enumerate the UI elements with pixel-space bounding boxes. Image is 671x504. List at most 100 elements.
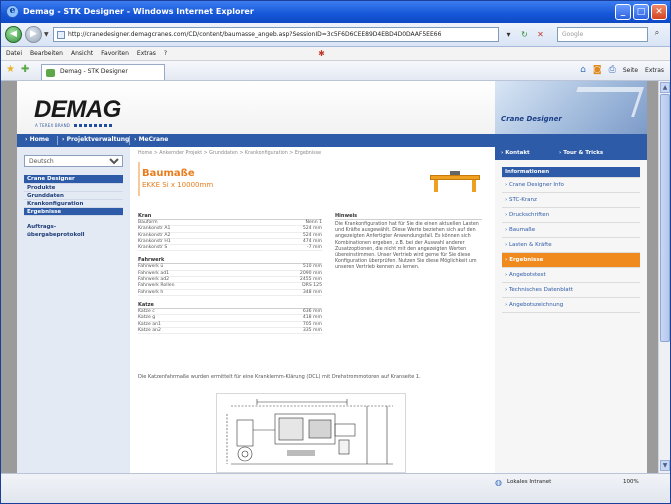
home-icon[interactable]: ⌂: [580, 65, 586, 75]
spec-group-kran: Kran Bauform Nenn 1 Krankonstr A1 524 mm K…: [138, 213, 322, 252]
security-zone[interactable]: Lokales Intranet: [507, 479, 551, 485]
scroll-down-icon[interactable]: ▼: [660, 460, 670, 471]
menu-extras[interactable]: Extras: [135, 47, 162, 60]
favorites-bar: ★ ✚ Demag - STK Designer ⌂ ◙ ⎙ Seite Ext…: [1, 61, 670, 81]
menu-favoriten[interactable]: Favoriten: [99, 47, 135, 60]
right-item-lasten-kraefte[interactable]: › Lasten & Kräfte: [502, 238, 640, 253]
print-icon[interactable]: ⎙: [609, 65, 616, 75]
toolbar-addon-icon[interactable]: ✱: [318, 47, 325, 60]
url-text: http://cranedesigner.demagcranes.com/CD/…: [68, 31, 442, 38]
specs-table: Kran Bauform Nenn 1 Krankonstr A1 524 mm K…: [138, 213, 322, 340]
window-title: Demag - STK Designer - Windows Internet …: [23, 7, 254, 16]
notes-heading: Hinweis: [335, 213, 482, 220]
extras-menu[interactable]: Extras: [645, 67, 664, 74]
sidebar-item-grunddaten[interactable]: Grunddaten: [24, 192, 123, 200]
tab-demag-stk[interactable]: Demag - STK Designer: [41, 64, 165, 80]
page-icon: [57, 31, 65, 39]
heading-accent: [138, 162, 140, 196]
right-item-stc-kranz[interactable]: › STC-Kranz: [502, 193, 640, 208]
demag-page: DEMAG A TEREX BRAND Crane Designer › Hom…: [17, 81, 647, 473]
main-content: Home > Ankernder Projekt > Grunddaten > …: [138, 147, 487, 473]
menu-bearbeiten[interactable]: Bearbeiten: [28, 47, 69, 60]
tab-label: Demag - STK Designer: [60, 68, 128, 75]
add-favorite-icon[interactable]: ✚: [21, 64, 29, 75]
vertical-scrollbar[interactable]: ▲ ▼: [658, 81, 670, 473]
banner-title: Crane Designer: [501, 115, 562, 123]
nav-tour-tricks[interactable]: › Tour & Tricks: [559, 150, 603, 156]
crane-designer-banner: Crane Designer: [495, 81, 647, 134]
dimension-drawing: [226, 399, 393, 465]
nav-mecrane[interactable]: › MeCrane: [134, 136, 168, 143]
logo-dots: [74, 124, 114, 127]
spec-row: Krankonstr S -7 mm: [138, 245, 322, 252]
spec-head: Katze: [138, 302, 322, 309]
address-dropdown-icon[interactable]: ▾: [502, 28, 515, 41]
site-header: DEMAG A TEREX BRAND Crane Designer: [17, 81, 647, 134]
ie-icon: e: [6, 5, 19, 18]
right-item-ergebnisse[interactable]: › Ergebnisse: [502, 253, 640, 268]
sidebar-item-produkte[interactable]: Produkte: [24, 184, 123, 192]
forward-button[interactable]: ▶: [25, 26, 42, 43]
title-bar: e Demag - STK Designer - Windows Interne…: [1, 1, 670, 23]
right-item-druckschriften[interactable]: › Druckschriften: [502, 208, 640, 223]
menu-bar: Datei Bearbeiten Ansicht Favoriten Extra…: [1, 47, 670, 61]
address-input[interactable]: http://cranedesigner.demagcranes.com/CD/…: [53, 27, 499, 42]
search-icon[interactable]: ⌕: [650, 28, 664, 41]
tab-favicon-icon: [46, 69, 55, 77]
main-nav: › Home › Projektverwaltung › MeCrane: [17, 134, 647, 147]
right-item-angebotstext[interactable]: › Angebotstext: [502, 268, 640, 283]
nav-separator: [129, 136, 130, 145]
right-item-datenblatt[interactable]: › Technisches Datenblatt: [502, 283, 640, 298]
breadcrumb[interactable]: Home > Ankernder Projekt > Grunddaten > …: [138, 151, 321, 156]
feeds-icon[interactable]: ◙: [593, 65, 602, 75]
crane-illustration: [568, 87, 644, 117]
page-subtitle: EKKE Si x 10000mm: [142, 181, 214, 189]
spec-row: Fahrwerk h 348 mm: [138, 289, 322, 296]
nav-separator: [57, 136, 58, 145]
sidebar-item-auftrags[interactable]: Auftrags-: [24, 223, 123, 231]
minimize-button[interactable]: _: [615, 4, 631, 20]
language-select[interactable]: Deutsch: [24, 155, 123, 167]
right-item-baumasse[interactable]: › Baumaße: [502, 223, 640, 238]
sidebar-item-crane-designer[interactable]: Crane Designer: [24, 175, 123, 184]
spec-group-fahrwerk: Fahrwerk Fahrwerk ü 510 mm Fahrwerk ad1 20…: [138, 257, 322, 296]
favorites-star-icon[interactable]: ★: [6, 64, 15, 75]
menu-ansicht[interactable]: Ansicht: [69, 47, 99, 60]
zoom-level[interactable]: 100%: [623, 479, 639, 485]
refresh-icon[interactable]: ↻: [518, 28, 531, 41]
nav-home[interactable]: › Home: [25, 136, 49, 143]
footnote: Die Katzenfahrmaße wurden ermittelt für …: [138, 374, 421, 380]
logo-subtitle: A TEREX BRAND: [35, 123, 71, 128]
page-menu[interactable]: Seite: [623, 67, 638, 74]
scroll-thumb[interactable]: [660, 94, 670, 342]
notes-panel: Hinweis Die Krankonfiguration hat für Si…: [335, 213, 482, 272]
right-sidebar: › Kontakt › Tour & Tricks Informationen …: [495, 147, 647, 473]
search-input[interactable]: Google: [557, 27, 648, 42]
sidebar-item-krankonfiguration[interactable]: Krankonfiguration: [24, 200, 123, 208]
nav-projektverwaltung[interactable]: › Projektverwaltung: [62, 136, 129, 143]
menu-help[interactable]: ?: [162, 47, 173, 60]
technical-drawing: [216, 393, 406, 473]
notes-text: Die Krankonfiguration hat für Sie die ei…: [335, 222, 479, 271]
menu-datei[interactable]: Datei: [4, 47, 28, 60]
left-sidebar: Deutsch Crane Designer Produkte Grunddat…: [17, 147, 130, 473]
back-button[interactable]: ◀: [5, 26, 22, 43]
nav-kontakt[interactable]: › Kontakt: [501, 150, 530, 156]
spec-head: Fahrwerk: [138, 257, 322, 265]
maximize-button[interactable]: □: [633, 4, 649, 20]
right-top-nav: › Kontakt › Tour & Tricks: [495, 147, 647, 160]
sidebar-item-ergebnisse[interactable]: Ergebnisse: [24, 208, 123, 216]
right-item-angebotszeichnung[interactable]: › Angebotszeichnung: [502, 298, 640, 313]
demag-logo[interactable]: DEMAG: [34, 96, 121, 124]
right-item-crane-designer-info[interactable]: › Crane Designer Info: [502, 178, 640, 193]
left-menu: Crane Designer Produkte Grunddaten Krank…: [24, 175, 123, 239]
page-viewport: DEMAG A TEREX BRAND Crane Designer › Hom…: [1, 81, 658, 473]
right-menu: Informationen › Crane Designer Info › ST…: [502, 167, 640, 313]
history-dropdown-icon[interactable]: ▼: [44, 31, 49, 38]
close-button[interactable]: ✕: [651, 4, 667, 20]
stop-icon[interactable]: ✕: [534, 28, 547, 41]
spec-head: Kran: [138, 213, 322, 220]
scroll-up-icon[interactable]: ▲: [660, 82, 670, 93]
sidebar-item-protokoll[interactable]: übergabeprotokoll: [24, 231, 123, 239]
spec-group-katze: Katze Katze c 636 mm Katze g 418 mm Katze …: [138, 302, 322, 335]
